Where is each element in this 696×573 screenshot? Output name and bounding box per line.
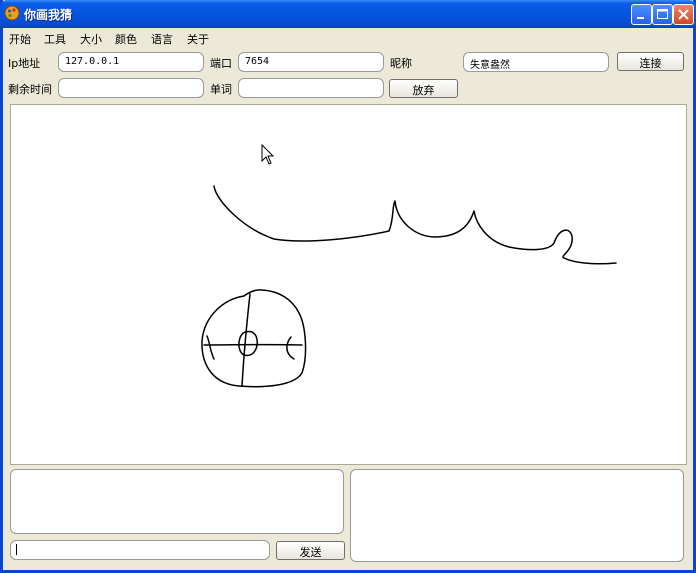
ball-vertical-stroke bbox=[241, 293, 251, 387]
maximize-button[interactable] bbox=[652, 4, 673, 25]
player-list[interactable] bbox=[350, 469, 684, 562]
close-button[interactable] bbox=[673, 4, 694, 25]
window-title: 你画我猜 bbox=[24, 8, 73, 22]
minimize-icon bbox=[637, 17, 644, 19]
title-bar[interactable]: 你画我猜 bbox=[0, 0, 696, 28]
ball-left-mark-stroke bbox=[206, 335, 215, 360]
minimize-button[interactable] bbox=[631, 4, 652, 25]
ball-center-circle-stroke bbox=[238, 330, 258, 357]
time-label: 剩余时间 bbox=[8, 83, 52, 96]
drawing-canvas[interactable] bbox=[10, 104, 687, 465]
send-button[interactable]: 发送 bbox=[276, 541, 345, 560]
menu-start[interactable]: 开始 bbox=[9, 31, 31, 47]
ball-right-mark-stroke bbox=[286, 336, 295, 360]
menu-tools[interactable]: 工具 bbox=[44, 31, 66, 47]
mouse-cursor-icon bbox=[261, 143, 275, 165]
give-up-button[interactable]: 放弃 bbox=[389, 79, 458, 98]
app-icon bbox=[4, 5, 20, 21]
app-window: 你画我猜 开始 工具 大小 颜色 语言 关于 Ip地址 127.0.0.1 端口… bbox=[0, 0, 696, 573]
connect-button[interactable]: 连接 bbox=[617, 52, 684, 71]
chat-history[interactable] bbox=[10, 469, 344, 534]
text-caret bbox=[16, 544, 17, 555]
menu-bar: 开始 工具 大小 颜色 语言 关于 bbox=[3, 28, 693, 48]
menu-size[interactable]: 大小 bbox=[80, 31, 102, 47]
ip-input[interactable]: 127.0.0.1 bbox=[58, 52, 204, 72]
wavy-stroke bbox=[213, 185, 617, 265]
time-field bbox=[58, 78, 204, 98]
port-label: 端口 bbox=[210, 57, 232, 70]
nickname-label: 昵称 bbox=[390, 57, 412, 70]
close-icon bbox=[678, 9, 689, 20]
maximize-icon bbox=[657, 9, 668, 19]
ip-label: Ip地址 bbox=[8, 57, 41, 70]
nickname-input[interactable]: 失意盎然 bbox=[463, 52, 609, 72]
menu-about[interactable]: 关于 bbox=[187, 31, 209, 47]
chat-input[interactable] bbox=[10, 540, 270, 560]
drawing-strokes bbox=[201, 143, 617, 388]
port-input[interactable]: 7654 bbox=[238, 52, 384, 72]
word-label: 单词 bbox=[210, 83, 232, 96]
word-field bbox=[238, 78, 384, 98]
menu-language[interactable]: 语言 bbox=[151, 31, 173, 47]
menu-color[interactable]: 颜色 bbox=[115, 31, 137, 47]
